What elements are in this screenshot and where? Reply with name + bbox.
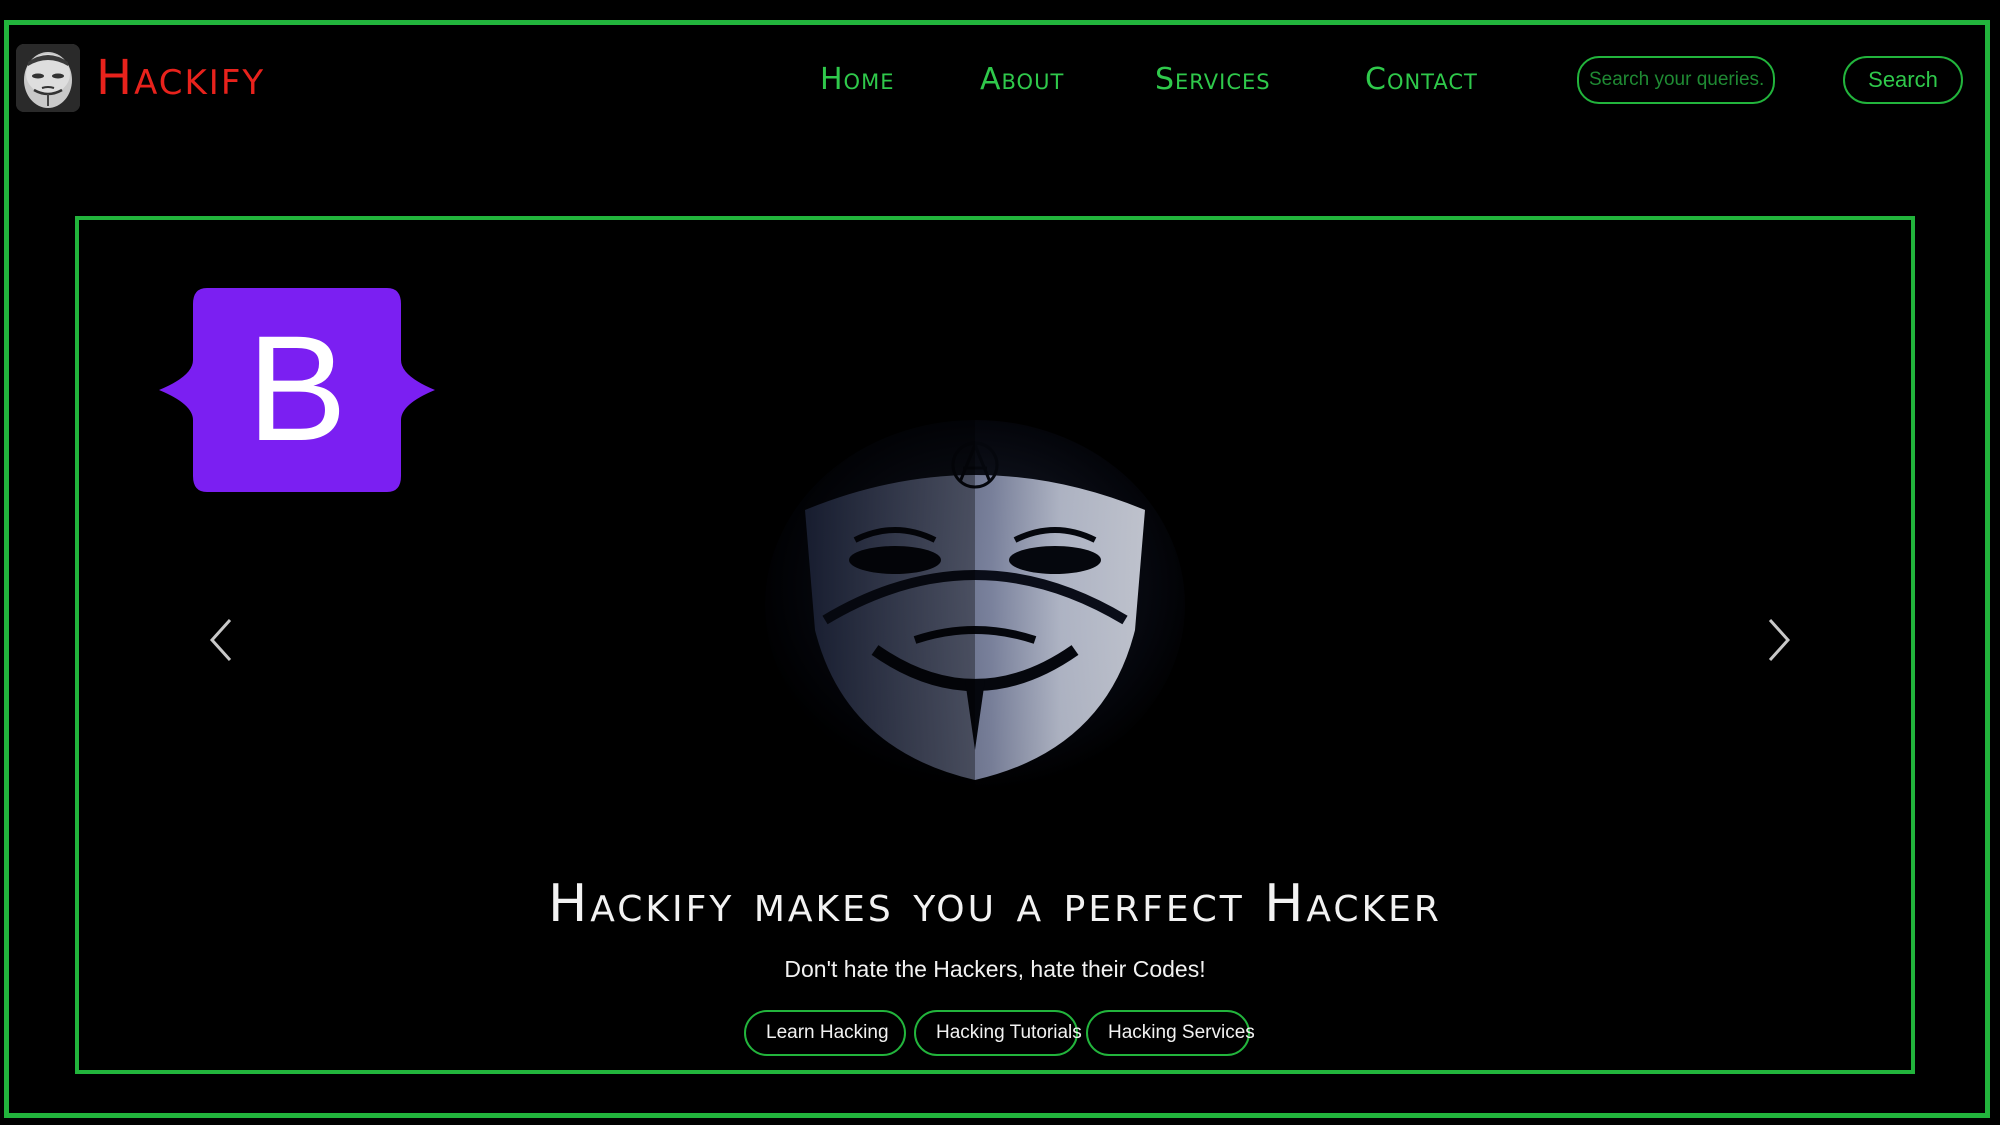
anonymous-mask-logo-icon[interactable] [16,44,80,112]
carousel-subtitle: Don't hate the Hackers, hate their Codes… [784,956,1206,982]
nav-home[interactable]: Home [820,60,894,100]
search-button[interactable]: Search [1843,56,1963,104]
nav-contact[interactable]: Contact [1365,60,1478,100]
carousel-title: Hackify makes you a perfect Hacker [548,874,1442,934]
search-input[interactable] [1577,56,1775,104]
hacking-services-button[interactable]: Hacking Services [1086,1010,1255,1056]
hero-carousel: B Hackify makes you a perfect Hacker Don… [75,216,1915,1074]
navbar: Hackify Home About Services Contact Sear… [10,30,1990,130]
nav-about[interactable]: About [980,60,1064,100]
brand-name[interactable]: Hackify [96,50,265,106]
chevron-right-icon [1768,618,1791,662]
carousel-prev-button[interactable] [191,590,251,690]
chevron-left-icon [209,618,232,662]
hacking-tutorials-button[interactable]: Hacking Tutorials [914,1010,1082,1056]
carousel-button-row: Learn Hacking Hacking Tutorials Hacking … [79,1010,1911,1056]
nav-services[interactable]: Services [1155,60,1271,100]
carousel-next-button[interactable] [1749,590,1809,690]
guy-fawkes-mask-icon [765,420,1185,790]
learn-hacking-button[interactable]: Learn Hacking [744,1010,906,1056]
page: Hackify Home About Services Contact Sear… [0,0,2000,1125]
bootstrap-logo-icon: B [159,280,435,504]
bootstrap-letter: B [247,304,347,472]
